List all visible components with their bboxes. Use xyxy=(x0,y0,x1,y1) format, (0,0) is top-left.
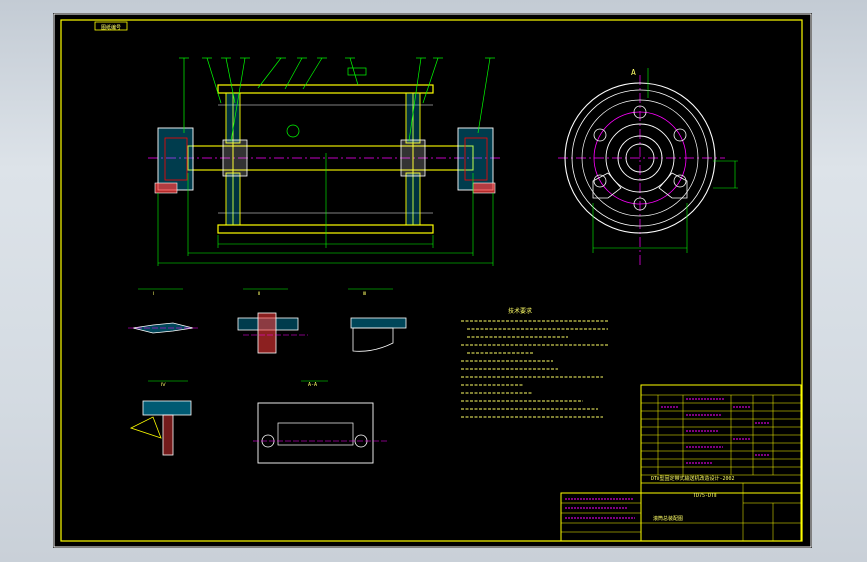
detail-4-stem xyxy=(162,414,174,456)
shell-bottom xyxy=(217,224,434,234)
detail-marker xyxy=(286,124,300,138)
right-base-block xyxy=(472,182,496,194)
detail-label-3: Ⅲ xyxy=(363,291,366,297)
detail-2-hub xyxy=(257,312,277,354)
detail-label-aa: A-A xyxy=(308,382,317,388)
view-label-a: A xyxy=(631,68,636,77)
left-hub xyxy=(222,139,248,177)
base-plate-outline xyxy=(257,402,374,464)
pulley-end-view: A xyxy=(558,68,738,268)
cad-drawing: 图纸编号 A Ⅰ Ⅱ Ⅲ Ⅳ A-A 技术要求 DTⅡ型固定带式输送机改造设计-… xyxy=(53,13,812,548)
detail-4-weld xyxy=(129,416,162,439)
right-disc-top xyxy=(405,92,421,144)
pulley-section-view xyxy=(148,57,503,266)
right-seat xyxy=(658,172,688,199)
title-block-drawing: 滚筒总装配图 xyxy=(653,515,683,522)
title-block-part: TD75-DTⅡ xyxy=(693,493,717,499)
title-block-name: DTⅡ型固定带式输送机改造设计-2002 xyxy=(651,475,735,482)
right-disc-bottom xyxy=(405,172,421,226)
corner-tag-text: 图纸编号 xyxy=(101,24,121,31)
left-seat xyxy=(592,172,622,199)
datum-box xyxy=(347,67,367,76)
shell-top xyxy=(217,84,434,94)
detail-3-plate xyxy=(350,317,407,329)
title-block-grid xyxy=(561,483,801,541)
notes-text-lines xyxy=(461,320,608,418)
base-plate-slot xyxy=(277,422,354,446)
detail-label-4: Ⅳ xyxy=(161,382,166,388)
technical-notes: 技术要求 xyxy=(461,307,608,418)
right-hub xyxy=(400,139,426,177)
left-base-block xyxy=(154,182,178,194)
end-dimensions xyxy=(592,68,738,253)
detail-label-2: Ⅱ xyxy=(258,291,260,297)
detail-4-plate xyxy=(142,400,192,416)
detail-label-1: Ⅰ xyxy=(153,291,154,297)
detail-views: Ⅰ Ⅱ Ⅲ Ⅳ A-A xyxy=(128,288,407,464)
right-bearing-housing xyxy=(457,127,494,191)
title-block-signatures xyxy=(565,498,635,519)
detail-3-curve xyxy=(352,327,394,352)
drawing-sheet: 图纸编号 A Ⅰ Ⅱ Ⅲ Ⅳ A-A 技术要求 DTⅡ型固定带式输送机改造设计-… xyxy=(53,13,812,548)
notes-title: 技术要求 xyxy=(508,307,532,315)
title-block: DTⅡ型固定带式输送机改造设计-2002 TD75-DTⅡ 滚筒总装配图 xyxy=(560,384,802,542)
left-disc-bottom xyxy=(225,172,241,226)
